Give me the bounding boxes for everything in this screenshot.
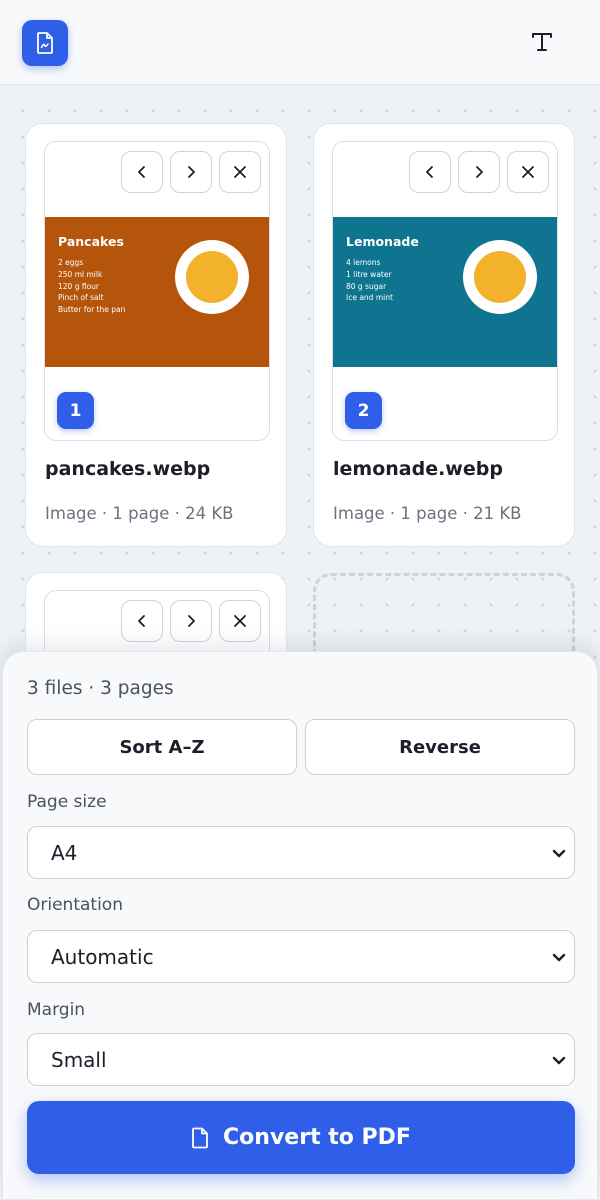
convert-to-pdf-button[interactable]: Convert to PDF: [27, 1101, 575, 1174]
page-size-value: A4: [51, 841, 78, 865]
conversion-settings-panel: 3 files · 3 pages Sort A–Z Reverse Page …: [2, 651, 598, 1200]
thumbnail-line: 80 g sugar: [346, 281, 387, 291]
remove-file-button[interactable]: [507, 151, 549, 193]
orientation-label: Orientation: [27, 895, 123, 915]
close-icon: [234, 615, 246, 627]
move-right-button[interactable]: [170, 600, 212, 642]
text-tool-button[interactable]: [522, 22, 562, 62]
image-thumbnail: Pancakes 2 eggs 250 ml milk 120 g flour …: [45, 217, 269, 367]
orientation-value: Automatic: [51, 945, 154, 969]
app-logo[interactable]: [22, 20, 68, 66]
chevron-left-icon: [138, 166, 145, 178]
page-number-badge: 1: [57, 392, 94, 429]
margin-label: Margin: [27, 1000, 86, 1020]
text-t-icon: [532, 33, 552, 51]
page-preview-frame: Pancakes 2 eggs 250 ml milk 120 g flour …: [44, 141, 270, 441]
convert-label: Convert to PDF: [223, 1125, 411, 1150]
files-summary: 3 files · 3 pages: [27, 678, 174, 699]
file-meta: Image · 1 page · 24 KB: [45, 504, 234, 523]
file-meta: Image · 1 page · 21 KB: [333, 504, 522, 523]
chevron-left-icon: [426, 166, 433, 178]
margin-select[interactable]: Small: [27, 1033, 575, 1086]
page-size-label: Page size: [27, 792, 107, 812]
thumbnail-line: 1 litre water: [346, 269, 392, 279]
remove-file-button[interactable]: [219, 151, 261, 193]
file-name: pancakes.webp: [45, 458, 211, 480]
thumbnail-title: Pancakes: [58, 234, 124, 249]
app-header: [0, 0, 600, 85]
thumbnail-line: 120 g flour: [58, 281, 99, 291]
reverse-button[interactable]: Reverse: [305, 719, 575, 775]
remove-file-button[interactable]: [219, 600, 261, 642]
file-card[interactable]: Pancakes 2 eggs 250 ml milk 120 g flour …: [25, 123, 287, 547]
pdf-file-icon: [37, 32, 53, 54]
chevron-down-icon: [552, 953, 566, 962]
thumbnail-lines: 4 lemons 1 litre water 80 g sugar Ice an…: [346, 257, 393, 304]
move-left-button[interactable]: [121, 600, 163, 642]
thumbnail-line: Butter for the pan: [58, 305, 126, 315]
page-size-select[interactable]: A4: [27, 826, 575, 879]
thumbnail-line: 2 eggs: [58, 258, 84, 267]
file-card[interactable]: Lemonade 4 lemons 1 litre water 80 g sug…: [313, 123, 575, 547]
page-preview-frame: Lemonade 4 lemons 1 litre water 80 g sug…: [332, 141, 558, 441]
thumbnail-line: Ice and mint: [346, 293, 393, 303]
document-icon: [191, 1127, 209, 1149]
thumbnail-line: 4 lemons: [346, 258, 381, 267]
move-right-button[interactable]: [458, 151, 500, 193]
page-number-badge: 2: [345, 392, 382, 429]
sort-az-button[interactable]: Sort A–Z: [27, 719, 297, 775]
chevron-right-icon: [188, 166, 195, 178]
chevron-down-icon: [552, 1056, 566, 1065]
close-icon: [234, 166, 246, 178]
thumbnail-line: Pinch of salt: [58, 293, 104, 303]
chevron-right-icon: [188, 615, 195, 627]
plate-illustration: [463, 240, 537, 314]
move-right-button[interactable]: [170, 151, 212, 193]
thumbnail-line: 250 ml milk: [58, 269, 103, 279]
thumbnail-title: Lemonade: [346, 234, 419, 249]
chevron-down-icon: [552, 849, 566, 858]
move-left-button[interactable]: [409, 151, 451, 193]
move-left-button[interactable]: [121, 151, 163, 193]
chevron-right-icon: [476, 166, 483, 178]
orientation-select[interactable]: Automatic: [27, 930, 575, 983]
image-thumbnail: Lemonade 4 lemons 1 litre water 80 g sug…: [333, 217, 557, 367]
thumbnail-lines: 2 eggs 250 ml milk 120 g flour Pinch of …: [58, 257, 125, 316]
close-icon: [522, 166, 534, 178]
chevron-left-icon: [138, 615, 145, 627]
margin-value: Small: [51, 1048, 107, 1072]
plate-illustration: [175, 240, 249, 314]
file-name: lemonade.webp: [333, 458, 503, 480]
